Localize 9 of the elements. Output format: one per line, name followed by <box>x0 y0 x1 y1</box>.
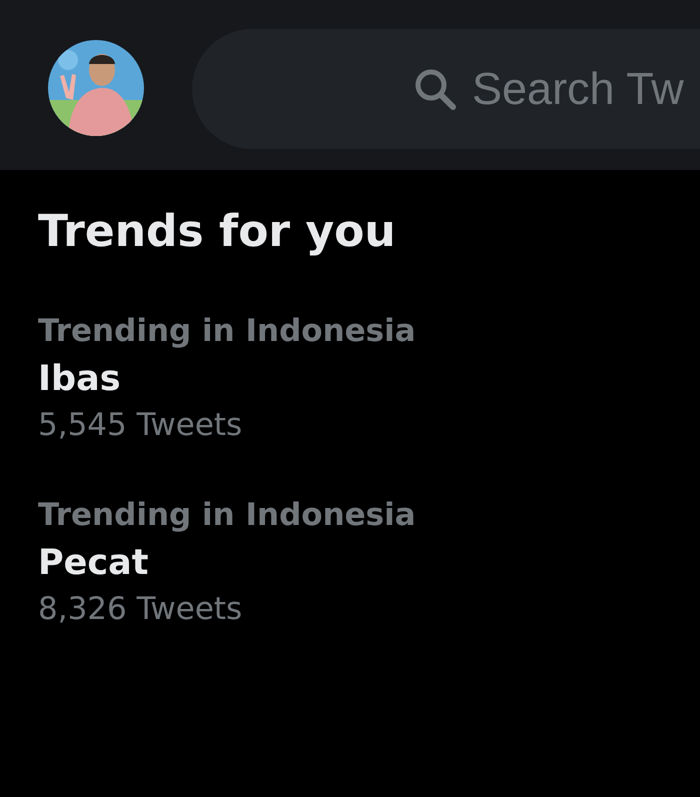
tweet-count: 8,326 Tweets <box>38 590 244 630</box>
tweet-count: 5,545 Tweets <box>38 406 244 446</box>
search-icon <box>414 68 456 110</box>
search-field[interactable]: Search Tw <box>472 63 692 115</box>
trend-category: Trending in Indonesia <box>38 312 417 351</box>
trend-category: Trending in Indonesia <box>38 496 417 535</box>
section-title: Trends for you <box>38 206 397 259</box>
trend-name[interactable]: Pecat <box>38 536 662 590</box>
trend-name[interactable]: Ibas <box>38 352 662 406</box>
